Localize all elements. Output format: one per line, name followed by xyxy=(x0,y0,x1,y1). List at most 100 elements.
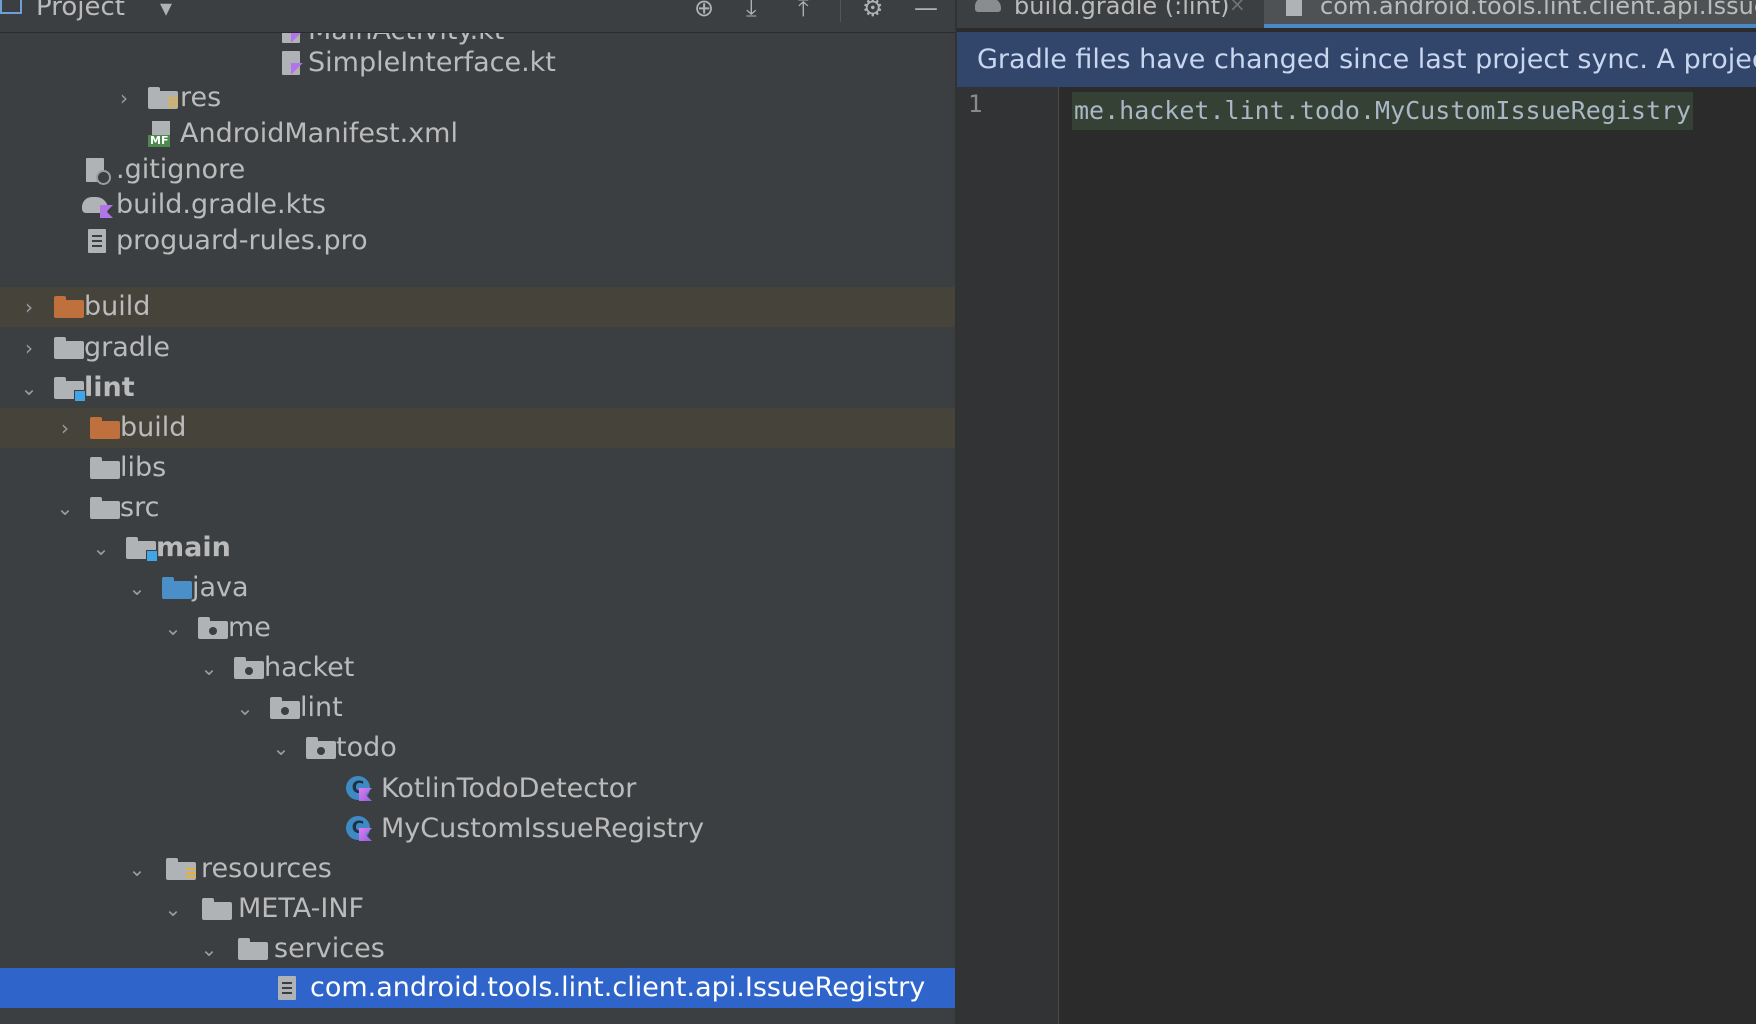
close-icon[interactable]: × xyxy=(1229,0,1246,16)
expand-all-icon[interactable]: ⤓ xyxy=(746,0,757,22)
tree-item-libs[interactable]: libs xyxy=(0,448,955,488)
folder-icon xyxy=(90,457,120,479)
tree-item-res[interactable]: › res xyxy=(0,78,955,118)
manifest-file-icon: MF xyxy=(148,121,176,147)
code-line[interactable]: me.hacket.lint.todo.MyCustomIssueRegistr… xyxy=(1072,92,1694,130)
tree-item-label: gradle xyxy=(84,332,171,363)
text-file-icon xyxy=(278,976,298,1000)
locate-icon[interactable]: ⊕ xyxy=(694,0,714,22)
tree-item-meta-inf[interactable]: ⌄ META-INF xyxy=(0,889,955,929)
chevron-down-icon[interactable]: ⌄ xyxy=(125,568,149,608)
chevron-down-icon[interactable]: ▾ xyxy=(160,0,172,22)
project-tool-window: MainActivity.kt SimpleInterface.kt › res… xyxy=(0,0,955,1024)
source-folder-icon xyxy=(162,577,192,599)
tree-item-issueregistry-service-file[interactable]: com.android.tools.lint.client.api.IssueR… xyxy=(0,968,955,1008)
chevron-down-icon[interactable]: ⌄ xyxy=(125,849,149,889)
gradle-sync-banner: Gradle files have changed since last pro… xyxy=(957,32,1756,87)
tree-item-build-root[interactable]: › build xyxy=(0,287,955,327)
tree-item-package-hacket[interactable]: ⌄ hacket xyxy=(0,648,955,688)
tree-item-label: hacket xyxy=(264,652,355,683)
tree-item-main[interactable]: ⌄ main xyxy=(0,528,955,568)
package-icon xyxy=(198,617,228,639)
tree-item-label: build.gradle.kts xyxy=(116,189,326,220)
tree-item-src[interactable]: ⌄ src xyxy=(0,488,955,528)
package-icon xyxy=(306,737,336,759)
package-icon xyxy=(234,657,264,679)
tree-item-label: com.android.tools.lint.client.api.IssueR… xyxy=(310,972,926,1003)
tree-item-label: me xyxy=(228,612,271,643)
tree-item-gitignore[interactable]: .gitignore xyxy=(0,150,955,190)
tree-item-label: SimpleInterface.kt xyxy=(308,47,556,78)
minimize-icon[interactable]: — xyxy=(914,0,938,22)
chevron-right-icon[interactable]: › xyxy=(17,328,41,368)
package-icon xyxy=(270,697,300,719)
tree-item-simpleinterface[interactable]: SimpleInterface.kt xyxy=(0,43,955,83)
gradle-file-icon xyxy=(975,0,1001,12)
tree-item-label: META-INF xyxy=(238,893,365,924)
chevron-down-icon[interactable]: ⌄ xyxy=(17,368,41,408)
tree-item-java[interactable]: ⌄ java xyxy=(0,568,955,608)
tree-item-package-lint[interactable]: ⌄ lint xyxy=(0,688,955,728)
chevron-down-icon[interactable]: ⌄ xyxy=(197,929,221,969)
chevron-down-icon[interactable]: ⌄ xyxy=(233,688,257,728)
project-view-icon xyxy=(0,0,22,14)
gear-icon[interactable]: ⚙ xyxy=(862,0,884,22)
tree-item-kotlintododetector[interactable]: C KotlinTodoDetector xyxy=(0,769,955,809)
module-folder-icon xyxy=(54,377,86,402)
tree-item-label: .gitignore xyxy=(116,154,246,185)
resource-folder-icon xyxy=(166,858,196,880)
excluded-folder-icon xyxy=(54,296,84,318)
chevron-down-icon[interactable]: ⌄ xyxy=(161,608,185,648)
tab-build-gradle-lint[interactable]: build.gradle (:lint) × xyxy=(957,0,1262,28)
folder-icon xyxy=(90,497,120,519)
chevron-right-icon[interactable]: › xyxy=(53,408,77,448)
kotlin-class-icon: C xyxy=(346,816,372,842)
tab-label: com.android.tools.lint.client.api.IssueR… xyxy=(1320,0,1756,20)
gradle-kts-file-icon xyxy=(82,193,114,218)
tree-item-package-me[interactable]: ⌄ me xyxy=(0,608,955,648)
tab-issueregistry-file[interactable]: com.android.tools.lint.client.api.IssueR… xyxy=(1264,0,1756,28)
tree-item-label: proguard-rules.pro xyxy=(116,225,368,256)
text-file-icon xyxy=(88,229,108,253)
resource-folder-icon xyxy=(148,87,178,109)
chevron-down-icon[interactable]: ⌄ xyxy=(89,528,113,568)
tree-item-label: services xyxy=(274,933,385,964)
tree-item-label: KotlinTodoDetector xyxy=(381,773,637,804)
tree-item-proguard-rules[interactable]: proguard-rules.pro xyxy=(0,221,955,261)
tree-item-package-todo[interactable]: ⌄ todo xyxy=(0,728,955,768)
tree-item-label: lint xyxy=(300,692,343,723)
folder-icon xyxy=(54,337,84,359)
tree-item-label: resources xyxy=(201,853,332,884)
tree-item-resources[interactable]: ⌄ resources xyxy=(0,849,955,889)
tree-item-gradle[interactable]: › gradle xyxy=(0,328,955,368)
chevron-down-icon[interactable]: ⌄ xyxy=(269,728,293,768)
tree-item-label: java xyxy=(192,572,249,603)
chevron-down-icon[interactable]: ⌄ xyxy=(197,648,221,688)
tree-item-lint-module[interactable]: ⌄ lint xyxy=(0,368,955,408)
tree-item-services[interactable]: ⌄ services xyxy=(0,929,955,969)
tree-item-label: AndroidManifest.xml xyxy=(180,118,458,149)
tree-item-build-lint[interactable]: › build xyxy=(0,408,955,448)
editor-tab-bar: build.gradle (:lint) × com.android.tools… xyxy=(957,0,1756,28)
header-separator xyxy=(840,0,841,22)
chevron-down-icon[interactable]: ⌄ xyxy=(53,488,77,528)
chevron-down-icon[interactable]: ⌄ xyxy=(161,889,185,929)
tree-item-build-gradle-kts[interactable]: build.gradle.kts xyxy=(0,185,955,225)
line-number: 1 xyxy=(968,90,983,118)
banner-text: Gradle files have changed since last pro… xyxy=(977,44,1756,75)
tree-item-label: build xyxy=(120,412,187,443)
chevron-right-icon[interactable]: › xyxy=(17,287,41,327)
tree-item-label: lint xyxy=(84,372,135,403)
project-panel-header: Project ▾ ⊕ ⤓ ⤒ ⚙ — xyxy=(0,0,955,33)
module-folder-icon xyxy=(126,537,158,562)
tree-item-androidmanifest[interactable]: MF AndroidManifest.xml xyxy=(0,114,955,154)
collapse-all-icon[interactable]: ⤒ xyxy=(798,0,809,22)
tree-item-mycustomissueregistry[interactable]: C MyCustomIssueRegistry xyxy=(0,809,955,849)
editor-gutter xyxy=(957,87,1059,1024)
tree-item-label: build xyxy=(84,291,151,322)
text-file-icon xyxy=(1286,0,1302,16)
tree-item-label: MyCustomIssueRegistry xyxy=(381,813,705,844)
project-panel-title[interactable]: Project xyxy=(36,0,125,22)
chevron-right-icon[interactable]: › xyxy=(112,78,136,118)
tree-item-label: res xyxy=(180,82,222,113)
